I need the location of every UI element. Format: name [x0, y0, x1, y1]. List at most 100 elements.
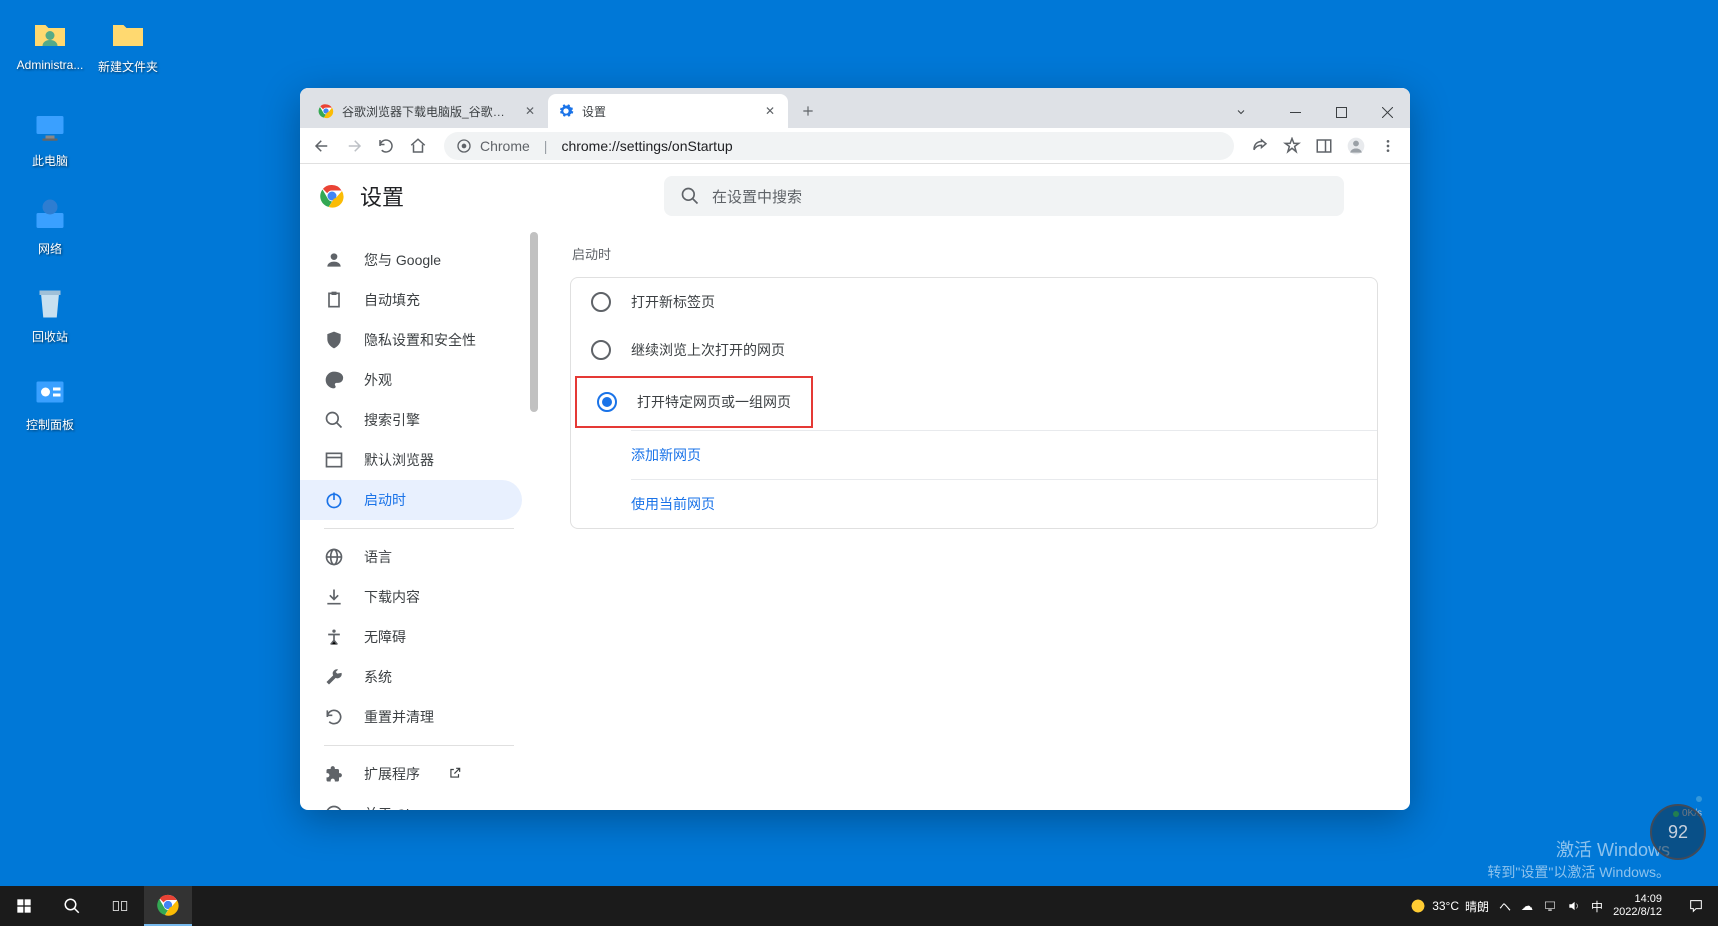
nav-item-accessibility[interactable]: 无障碍	[300, 617, 522, 657]
clock[interactable]: 14:09 2022/8/12	[1613, 893, 1668, 919]
system-tray[interactable]: ヘ ☁ 中	[1499, 898, 1603, 915]
download-icon	[324, 587, 344, 607]
nav-item-browser[interactable]: 默认浏览器	[300, 440, 522, 480]
side-panel-button[interactable]	[1310, 132, 1338, 160]
nav-label: 搜索引擎	[364, 410, 420, 430]
nav-label: 您与 Google	[364, 250, 441, 270]
nav-item-download[interactable]: 下载内容	[300, 577, 522, 617]
desktop-icon-new-folder[interactable]: 新建文件夹	[92, 14, 164, 75]
search-icon	[324, 410, 344, 430]
nav-item-chrome[interactable]: 关于 Chrome	[300, 794, 522, 810]
tab-download-page[interactable]: 谷歌浏览器下载电脑版_谷歌浏览 ✕	[308, 94, 548, 128]
weather-temp: 33°C	[1432, 899, 1459, 913]
desktop-icon-network[interactable]: 网络	[14, 196, 86, 257]
user-folder-icon	[30, 14, 70, 54]
power-icon	[324, 490, 344, 510]
weather-desc: 晴朗	[1465, 898, 1489, 915]
menu-button[interactable]	[1374, 132, 1402, 160]
startup-link-1[interactable]: 使用当前网页	[571, 480, 1377, 528]
tab-settings[interactable]: 设置 ✕	[548, 94, 788, 128]
new-tab-button[interactable]	[794, 97, 822, 125]
window-controls	[1218, 96, 1410, 128]
tray-onedrive-icon[interactable]: ☁	[1521, 899, 1533, 913]
close-tab-icon[interactable]: ✕	[762, 103, 778, 119]
startup-option-0[interactable]: 打开新标签页	[571, 278, 1377, 326]
settings-main: 启动时 打开新标签页继续浏览上次打开的网页打开特定网页或一组网页添加新网页使用当…	[538, 164, 1410, 810]
start-button[interactable]	[0, 886, 48, 926]
taskbar: 33°C 晴朗 ヘ ☁ 中 14:09 2022/8/12	[0, 886, 1718, 926]
option-label: 打开新标签页	[631, 292, 715, 312]
nav-item-puzzle[interactable]: 扩展程序	[300, 754, 522, 794]
nav-item-search[interactable]: 搜索引擎	[300, 400, 522, 440]
desktop-icon-control-panel[interactable]: 控制面板	[14, 372, 86, 433]
search-button[interactable]	[48, 886, 96, 926]
minimize-button[interactable]	[1272, 96, 1318, 128]
tab-search-button[interactable]	[1218, 96, 1264, 128]
nav-label: 下载内容	[364, 587, 420, 607]
tab-title: 设置	[582, 103, 754, 120]
external-link-icon	[448, 766, 462, 783]
trash-icon	[30, 284, 70, 324]
scrollbar-thumb[interactable]	[530, 232, 538, 412]
url-separator: |	[538, 138, 554, 154]
startup-option-2[interactable]: 打开特定网页或一组网页	[577, 378, 811, 426]
control-panel-icon	[30, 372, 70, 412]
nav-label: 启动时	[364, 490, 406, 510]
url-path: chrome://settings/onStartup	[561, 138, 732, 154]
nav-item-person[interactable]: 您与 Google	[300, 240, 522, 280]
shield-icon	[324, 330, 344, 350]
forward-button[interactable]	[340, 132, 368, 160]
desktop-icon-this-pc[interactable]: 此电脑	[14, 108, 86, 169]
nav-item-power[interactable]: 启动时	[300, 480, 522, 520]
back-button[interactable]	[308, 132, 336, 160]
bookmark-button[interactable]	[1278, 132, 1306, 160]
clipboard-icon	[324, 290, 344, 310]
search-placeholder: 在设置中搜索	[712, 186, 802, 207]
icon-label: Administra...	[14, 58, 86, 72]
home-button[interactable]	[404, 132, 432, 160]
palette-icon	[324, 370, 344, 390]
tray-chevron-icon[interactable]: ヘ	[1499, 898, 1511, 915]
radio-button[interactable]	[591, 292, 611, 312]
nav-item-clipboard[interactable]: 自动填充	[300, 280, 522, 320]
nav-item-reset[interactable]: 重置并清理	[300, 697, 522, 737]
task-view-button[interactable]	[96, 886, 144, 926]
chrome-taskbar-button[interactable]	[144, 886, 192, 926]
close-tab-icon[interactable]: ✕	[522, 103, 538, 119]
icon-label: 网络	[14, 240, 86, 257]
profile-button[interactable]	[1342, 132, 1370, 160]
address-bar[interactable]: Chrome | chrome://settings/onStartup	[444, 132, 1234, 160]
nav-label: 重置并清理	[364, 707, 434, 727]
puzzle-icon	[324, 764, 344, 784]
startup-option-1[interactable]: 继续浏览上次打开的网页	[571, 326, 1377, 374]
toolbar-right	[1246, 132, 1402, 160]
maximize-button[interactable]	[1318, 96, 1364, 128]
startup-link-0[interactable]: 添加新网页	[571, 431, 1377, 479]
chrome-window: 谷歌浏览器下载电脑版_谷歌浏览 ✕ 设置 ✕ Chrome | chrome:	[300, 88, 1410, 810]
content-area: 设置 在设置中搜索 您与 Google自动填充隐私设置和安全性外观搜索引擎默认浏…	[300, 164, 1410, 810]
nav-label: 默认浏览器	[364, 450, 434, 470]
icon-label: 此电脑	[14, 152, 86, 169]
radio-button[interactable]	[591, 340, 611, 360]
icon-label: 控制面板	[14, 416, 86, 433]
radio-button[interactable]	[597, 392, 617, 412]
weather-widget[interactable]: 33°C 晴朗	[1410, 898, 1489, 915]
tray-volume-icon[interactable]	[1567, 899, 1581, 913]
action-center-button[interactable]	[1678, 886, 1714, 926]
share-button[interactable]	[1246, 132, 1274, 160]
nav-label: 隐私设置和安全性	[364, 330, 476, 350]
gear-favicon-icon	[558, 103, 574, 119]
close-window-button[interactable]	[1364, 96, 1410, 128]
nav-item-shield[interactable]: 隐私设置和安全性	[300, 320, 522, 360]
settings-search[interactable]: 在设置中搜索	[664, 176, 1344, 216]
perf-overlay[interactable]: 92	[1650, 804, 1706, 860]
reload-button[interactable]	[372, 132, 400, 160]
ime-indicator[interactable]: 中	[1591, 898, 1603, 915]
desktop-icon-administrator[interactable]: Administra...	[14, 14, 86, 72]
tray-network-icon[interactable]	[1543, 899, 1557, 913]
desktop-icon-recycle-bin[interactable]: 回收站	[14, 284, 86, 345]
nav-item-wrench[interactable]: 系统	[300, 657, 522, 697]
nav-item-palette[interactable]: 外观	[300, 360, 522, 400]
nav-item-globe[interactable]: 语言	[300, 537, 522, 577]
nav-label: 自动填充	[364, 290, 420, 310]
